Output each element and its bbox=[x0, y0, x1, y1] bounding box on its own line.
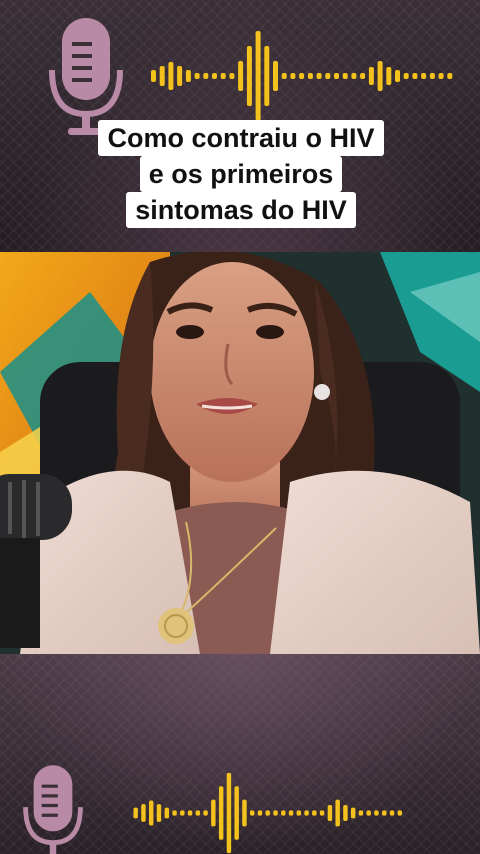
wave-bar bbox=[212, 73, 217, 79]
sound-wave-icon bbox=[151, 31, 453, 121]
caption-line-1: Como contraiu o HIV bbox=[98, 120, 384, 156]
top-banner: Como contraiu o HIV e os primeiros sinto… bbox=[0, 0, 480, 252]
wave-bar bbox=[148, 800, 154, 826]
wave-bar bbox=[368, 67, 374, 85]
wave-bar bbox=[421, 73, 427, 79]
wave-bar bbox=[220, 73, 226, 79]
wave-bar bbox=[249, 810, 255, 816]
wave-bar bbox=[299, 73, 305, 79]
wave-bar bbox=[281, 810, 286, 816]
wave-bar bbox=[187, 810, 193, 816]
wave-bar bbox=[226, 772, 232, 854]
wave-bar bbox=[218, 786, 224, 840]
wave-bar bbox=[316, 73, 322, 79]
wave-bar bbox=[229, 73, 235, 79]
wave-bar bbox=[290, 73, 296, 79]
video-still bbox=[0, 252, 480, 654]
wave-bar bbox=[350, 807, 356, 819]
wave-bar bbox=[382, 810, 387, 816]
wave-bar bbox=[265, 810, 270, 816]
wave-bar bbox=[185, 70, 191, 82]
wave-bar bbox=[351, 73, 357, 79]
video-frame[interactable] bbox=[0, 252, 480, 654]
wave-bar bbox=[389, 810, 395, 816]
wave-bar bbox=[255, 31, 261, 121]
wave-bar bbox=[159, 66, 165, 86]
wave-bar bbox=[343, 804, 348, 822]
wave-bar bbox=[156, 804, 162, 822]
wave-bar bbox=[358, 810, 364, 816]
caption-line-3: sintomas do HIV bbox=[126, 192, 356, 228]
caption-line-2: e os primeiros bbox=[139, 156, 343, 192]
wave-bar bbox=[307, 73, 313, 79]
wave-bar bbox=[288, 810, 294, 816]
wave-bar bbox=[194, 73, 200, 79]
wave-bar bbox=[273, 810, 278, 816]
wave-bar bbox=[325, 73, 331, 79]
wave-bar bbox=[195, 810, 201, 816]
wave-bar bbox=[242, 799, 247, 827]
wave-bar bbox=[141, 804, 146, 822]
wave-bar bbox=[257, 810, 263, 816]
sound-wave-icon bbox=[133, 772, 403, 854]
wave-bar bbox=[377, 61, 383, 91]
wave-bar bbox=[334, 73, 339, 79]
microphone-icon bbox=[23, 765, 83, 854]
wave-bar bbox=[168, 62, 174, 90]
wave-bar bbox=[374, 810, 379, 816]
wave-bar bbox=[312, 810, 317, 816]
wave-bar bbox=[366, 810, 371, 816]
wave-bar bbox=[403, 73, 409, 79]
wave-bar bbox=[386, 67, 392, 85]
wave-bar bbox=[164, 807, 170, 819]
wave-bar bbox=[273, 61, 278, 91]
wave-bar bbox=[429, 73, 435, 79]
wave-bar bbox=[180, 810, 185, 816]
wave-bar bbox=[438, 73, 444, 79]
wave-bar bbox=[151, 70, 156, 82]
caption: Como contraiu o HIV e os primeiros sinto… bbox=[98, 120, 384, 228]
wave-bar bbox=[238, 61, 244, 91]
bottom-banner bbox=[0, 654, 480, 854]
wave-bar bbox=[172, 810, 177, 816]
wave-bar bbox=[335, 799, 340, 827]
wave-bar bbox=[397, 810, 403, 816]
wave-bar bbox=[246, 46, 252, 106]
wave-bar bbox=[327, 804, 333, 822]
wave-bar bbox=[203, 73, 209, 79]
wave-bar bbox=[447, 73, 453, 79]
wave-bar bbox=[264, 46, 270, 106]
wave-bar bbox=[296, 810, 302, 816]
wave-bar bbox=[133, 807, 138, 819]
wave-bar bbox=[395, 70, 400, 82]
wave-bar bbox=[281, 73, 287, 79]
wave-bar bbox=[360, 73, 366, 79]
wave-bar bbox=[304, 810, 309, 816]
wave-bar bbox=[177, 66, 183, 86]
wave-bar bbox=[319, 810, 325, 816]
wave-bar bbox=[412, 73, 418, 79]
wave-bar bbox=[203, 810, 208, 816]
wave-bar bbox=[234, 786, 239, 840]
wave-bar bbox=[342, 73, 348, 79]
wave-bar bbox=[211, 799, 216, 827]
